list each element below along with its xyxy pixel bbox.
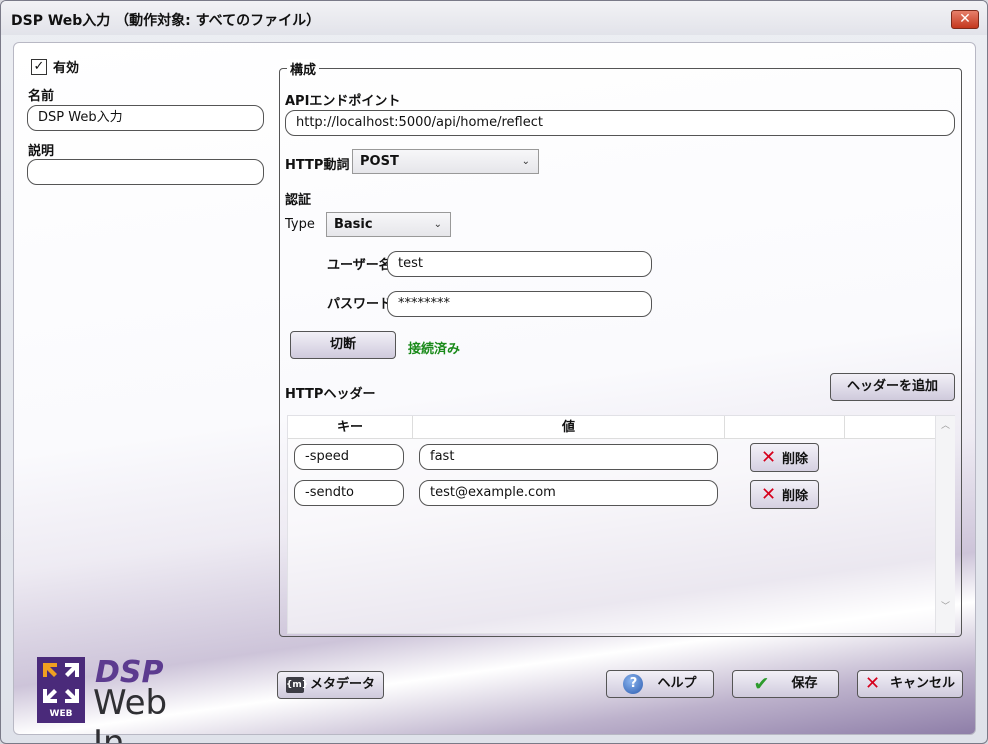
description-input[interactable] <box>27 159 264 185</box>
metadata-icon: {m} <box>285 677 308 693</box>
delete-x-icon: ✕ <box>760 446 777 468</box>
help-icon: ? <box>623 674 644 694</box>
http-verb-label: HTTP動詞 <box>285 158 350 173</box>
delete-x-icon: ✕ <box>760 483 777 505</box>
scroll-down-icon[interactable]: ﹀ <box>936 599 955 615</box>
header-key-input-2[interactable]: -sendto <box>294 480 404 506</box>
password-label: パスワード <box>327 297 393 312</box>
column-header-key: キー <box>288 416 413 439</box>
enabled-checkbox[interactable]: ✓ <box>31 58 47 75</box>
delete-label: 削除 <box>782 489 809 504</box>
cancel-x-icon: ✕ <box>864 673 881 694</box>
enabled-toggle[interactable]: ✓ 有効 <box>31 57 79 76</box>
api-endpoint-label: APIエンドポイント <box>285 94 401 109</box>
table-header-row: キー 値 <box>288 416 935 439</box>
connection-status: 接続済み <box>408 342 461 357</box>
add-header-button[interactable]: ヘッダーを追加 <box>830 373 955 401</box>
delete-header-button-2[interactable]: ✕ 削除 <box>750 480 819 509</box>
save-label: 保存 <box>791 676 818 691</box>
dialog-window: DSP Web入力 （動作対象: すべてのファイル） ✕ ✓ 有効 名前 DSP… <box>0 0 988 744</box>
dsp-web-in-logo: WEB DSP Web In <box>37 655 207 743</box>
delete-label: 削除 <box>782 452 809 467</box>
table-scrollbar[interactable]: ︿ ﹀ <box>935 416 955 633</box>
description-label: 説明 <box>28 144 55 159</box>
window-title: DSP Web入力 （動作対象: すべてのファイル） <box>11 13 321 29</box>
header-value-input-2[interactable]: test@example.com <box>419 480 718 506</box>
scroll-up-icon[interactable]: ︿ <box>936 418 955 434</box>
column-header-value: 値 <box>413 416 725 439</box>
logo-web-text: Web In <box>93 683 168 744</box>
checkmark-icon: ✔ <box>753 672 770 695</box>
metadata-button[interactable]: {m} メタデータ <box>277 671 384 699</box>
logo-tag: WEB <box>49 709 73 719</box>
cancel-label: キャンセル <box>890 676 956 691</box>
name-input[interactable]: DSP Web入力 <box>27 105 264 131</box>
help-button[interactable]: ? ヘルプ <box>606 670 714 698</box>
title-bar: DSP Web入力 （動作対象: すべてのファイル） ✕ <box>1 1 987 35</box>
cancel-button[interactable]: ✕ キャンセル <box>857 670 963 698</box>
logo-mark-icon: WEB <box>37 657 85 723</box>
delete-header-button-1[interactable]: ✕ 削除 <box>750 443 819 472</box>
username-input[interactable]: test <box>387 251 652 277</box>
enabled-label: 有効 <box>53 61 80 76</box>
http-verb-value: POST <box>360 154 399 169</box>
chevron-down-icon: ⌄ <box>521 156 530 167</box>
metadata-label: メタデータ <box>309 677 375 692</box>
column-header-actions <box>725 416 845 439</box>
header-key-input-1[interactable]: -speed <box>294 444 404 470</box>
http-verb-select[interactable]: POST ⌄ <box>352 149 539 174</box>
api-endpoint-input[interactable]: http://localhost:5000/api/home/reflect <box>285 110 955 136</box>
save-button[interactable]: ✔ 保存 <box>732 670 839 698</box>
help-label: ヘルプ <box>657 676 697 691</box>
disconnect-button[interactable]: 切断 <box>290 331 396 359</box>
close-button[interactable]: ✕ <box>951 10 979 29</box>
auth-type-value: Basic <box>334 217 373 232</box>
password-input[interactable]: ******** <box>387 291 652 317</box>
name-label: 名前 <box>28 89 55 104</box>
auth-type-select[interactable]: Basic ⌄ <box>326 212 451 237</box>
config-group-title: 構成 <box>287 59 320 78</box>
username-label: ユーザー名 <box>327 258 392 273</box>
type-label: Type <box>285 217 315 232</box>
chevron-down-icon: ⌄ <box>433 219 442 230</box>
http-headers-label: HTTPヘッダー <box>285 387 376 402</box>
auth-label: 認証 <box>285 193 312 208</box>
header-value-input-1[interactable]: fast <box>419 444 718 470</box>
